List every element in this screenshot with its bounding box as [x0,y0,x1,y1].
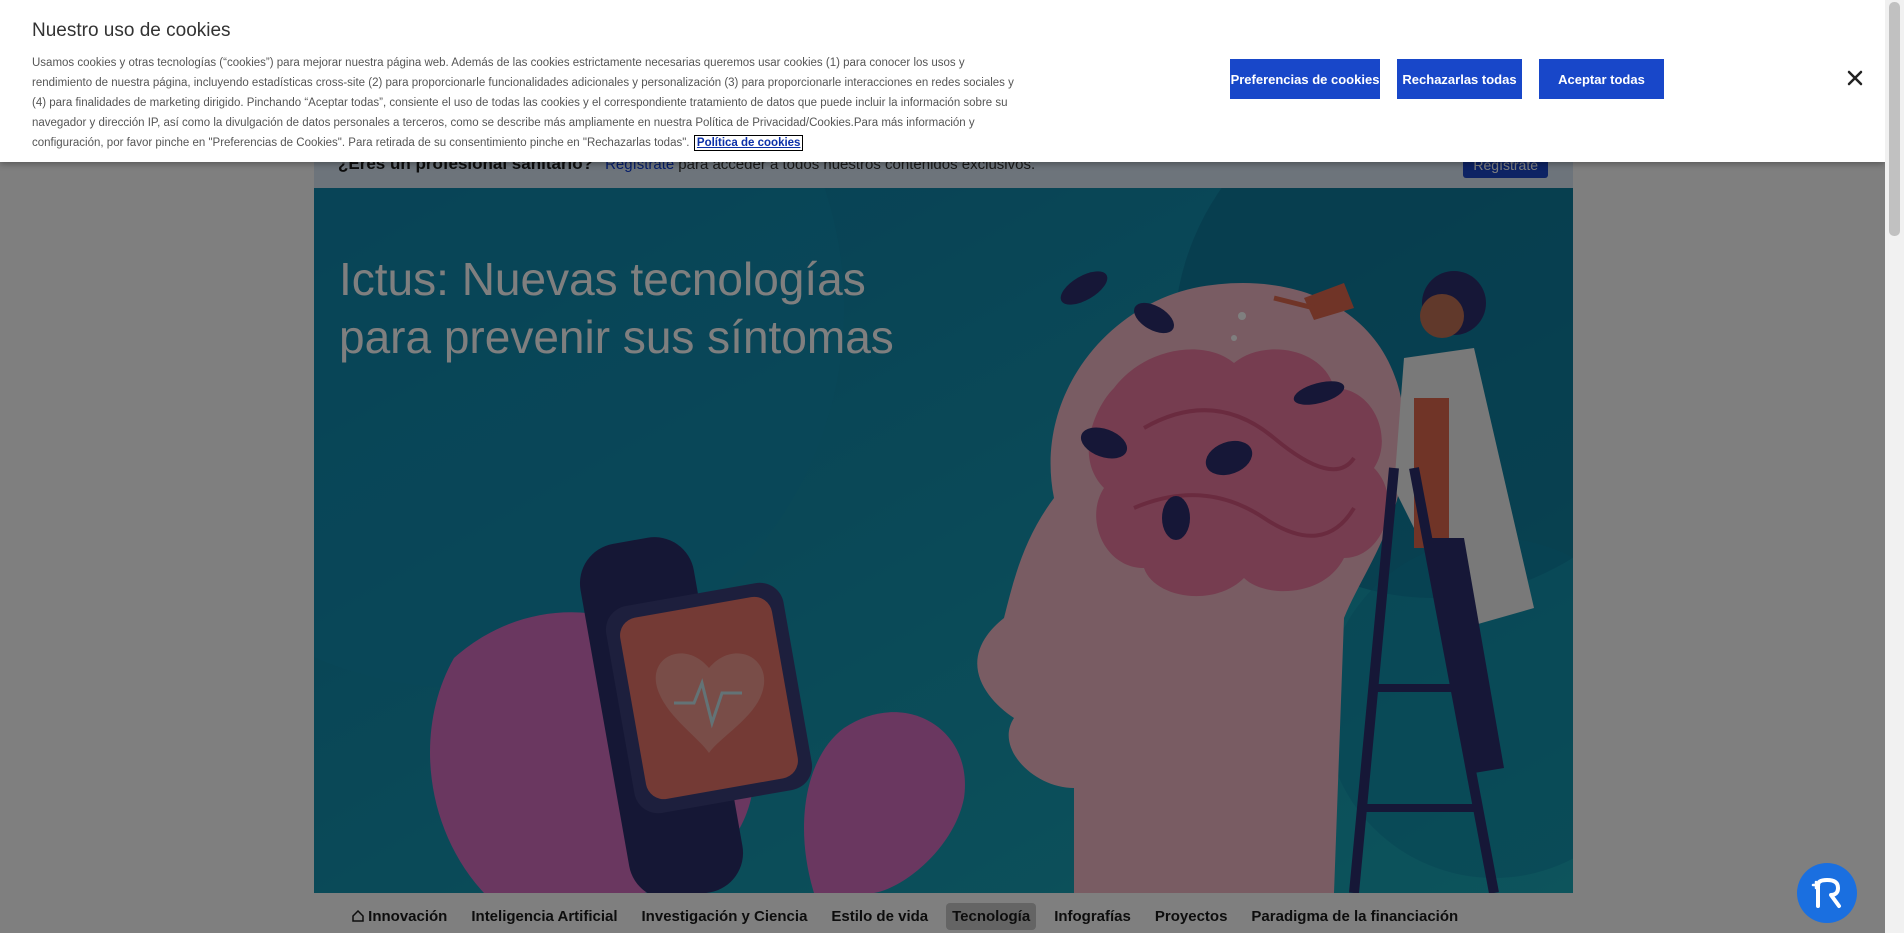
cookie-banner: Nuestro uso de cookies Usamos cookies y … [0,0,1885,162]
assistant-icon [1811,878,1841,908]
vertical-scrollbar[interactable] [1885,0,1904,933]
cookie-accept-button[interactable]: Aceptar todas [1539,59,1664,99]
cookie-title: Nuestro uso de cookies [32,20,231,41]
cookie-reject-button[interactable]: Rechazarlas todas [1397,59,1522,99]
cookie-text: Usamos cookies y otras tecnologías (“coo… [32,53,1022,153]
scrollbar-thumb[interactable] [1889,2,1900,236]
cookie-preferences-button[interactable]: Preferencias de cookies [1230,59,1380,99]
cookie-policy-link[interactable]: Política de cookies [693,135,804,151]
cookie-description: Usamos cookies y otras tecnologías (“coo… [32,57,1014,149]
chat-assistant-button[interactable] [1797,863,1857,923]
cookie-close-button[interactable] [1843,66,1867,90]
close-icon [1847,70,1863,86]
